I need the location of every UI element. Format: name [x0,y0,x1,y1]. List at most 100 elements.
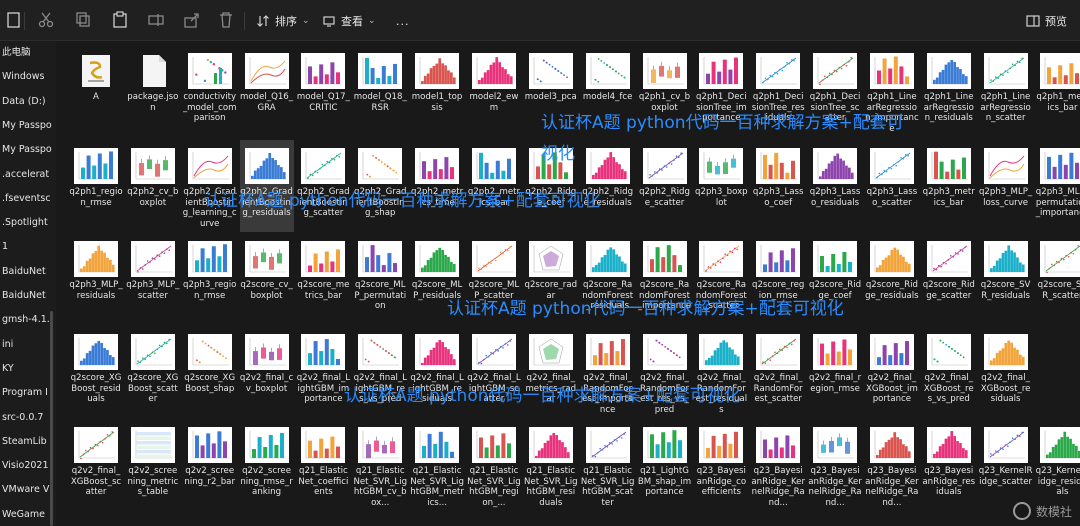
file-item[interactable]: q2ph3_region_rmse [183,233,237,325]
file-item[interactable]: q2ph3_Lasso_residuals [808,140,862,232]
more-options-button[interactable]: ... [396,11,410,31]
file-item[interactable]: q2ph3_Lasso_coef [751,140,805,232]
file-item[interactable]: q2score_radar [524,233,578,325]
file-item[interactable]: q2score_XGBoost_residuals [69,326,123,418]
file-item[interactable]: model3_pca [524,45,578,137]
sidebar-item[interactable]: ini [2,336,13,354]
file-item[interactable]: q23_KernelRidge_residuals [1035,419,1080,511]
preview-button[interactable]: 预览 [1026,11,1067,31]
file-item[interactable]: q21_ElasticNet_SVR_LightGBM_region_... [467,419,521,511]
sort-button[interactable]: 排序 ⌄ [256,11,310,31]
file-item[interactable]: q2v2_screening_metrics_table [126,419,180,511]
sidebar-item[interactable]: Program I [2,384,48,402]
file-item[interactable]: q2v2_final_LightGBM_residuals [410,326,464,418]
file-item[interactable]: q23_BayesianRidge_coefficients [694,419,748,511]
paste-icon[interactable] [110,10,130,30]
file-item[interactable]: q2ph1_region_rmse [69,140,123,232]
file-item[interactable]: q2ph1_cv_boxplot [638,45,692,137]
file-item[interactable]: q2score_XGBoost_scatter [126,326,180,418]
file-item[interactable]: q2ph2_cv_boxplot [126,140,180,232]
sidebar-item[interactable]: Windows [2,68,44,86]
file-item[interactable]: q21_ElasticNet_SVR_LightGBM_residuals [524,419,578,511]
sidebar-item[interactable]: gmsh-4.1. [2,311,50,329]
file-item[interactable]: q2ph3_MLP_loss_curve [979,140,1033,232]
sidebar-item[interactable]: Data (D:) [2,93,46,111]
file-item[interactable]: q2ph2_GradientBoosting_scatter [296,140,350,232]
cut-icon[interactable] [36,10,56,30]
file-item[interactable]: q23_BayesianRidge_KernelRidge_Rand... [808,419,862,511]
file-item[interactable]: q2score_metrics_bar [296,233,350,325]
file-item[interactable]: q2ph2_GradientBoosting_shap [353,140,407,232]
file-item[interactable]: q2ph3_MLP_scatter [126,233,180,325]
file-item[interactable]: q21_LightGBM_shap_importance [638,419,692,511]
sidebar-item[interactable]: BaiduNet [2,287,46,305]
view-button[interactable]: 查看 ⌄ [322,11,376,31]
file-item[interactable]: model1_topsis [410,45,464,137]
file-item[interactable]: q2ph3_Lasso_scatter [865,140,919,232]
file-item[interactable]: q2v2_final_LightGBM_scatter [467,326,521,418]
sidebar-item[interactable]: SteamLib [2,433,47,451]
file-item[interactable]: q2score_MLP_permutation [353,233,407,325]
sidebar-item[interactable]: 此电脑 [2,44,31,62]
file-item[interactable]: q2ph1_metrics_bar [1035,45,1080,137]
file-item[interactable]: q2v2_final_XGBoost_residuals [979,326,1033,418]
file-item[interactable]: q2v2_final_RandomForest_residuals [694,326,748,418]
file-item[interactable]: q2ph3_metrics_bar [922,140,976,232]
file-item[interactable]: q2ph2_metrics_time [410,140,464,232]
file-item[interactable]: q2score_RandomForest_importance [638,233,692,325]
copy-icon[interactable] [74,10,94,30]
file-item[interactable]: model_Q17_CRITIC [296,45,350,137]
file-item[interactable]: q2score_Ridge_scatter [922,233,976,325]
file-item[interactable]: q23_KernelRidge_scatter [979,419,1033,511]
new-icon[interactable] [4,10,24,30]
file-item[interactable]: q2score_SVR_residuals [979,233,1033,325]
file-item[interactable]: model4_fce [581,45,635,137]
file-item[interactable]: q21_ElasticNet_coefficients [296,419,350,511]
file-item[interactable]: q2v2_final_RandomForest_importance [581,326,635,418]
file-item[interactable]: q2v2_final_region_rmse [808,326,862,418]
file-item[interactable]: package.json [126,45,180,137]
sidebar-item[interactable]: .fseventsc [2,190,51,208]
file-item[interactable]: model_Q18_RSR [353,45,407,137]
file-item[interactable]: q2v2_final_LightGBM_res_vs_pred [353,326,407,418]
sidebar-item[interactable]: .accelerat [2,166,49,184]
file-item[interactable]: conductivity_model_comparison [183,45,237,137]
file-item[interactable]: q2score_Ridge_residuals [865,233,919,325]
file-item[interactable]: q2ph1_LinearRegression_residuals [922,45,976,137]
file-item[interactable]: q2v2_final_cv_boxplot [240,326,294,418]
file-item[interactable]: q2v2_final_XGBoost_res_vs_pred [922,326,976,418]
file-item[interactable]: q2v2_screening_rmse_ranking [240,419,294,511]
file-item[interactable]: q2score_XGBoost_shap [183,326,237,418]
sidebar-item[interactable]: WeGame [2,506,45,524]
file-item[interactable]: q21_ElasticNet_SVR_LightGBM_metrics... [410,419,464,511]
sidebar-item[interactable]: BaiduNet [2,263,46,281]
file-item[interactable]: q2v2_final_XGBoost_scatter [69,419,123,511]
file-item[interactable]: q2ph2_Ridge_residuals [581,140,635,232]
file-item[interactable]: q2v2_final_RandomForest_res_vs_pred [638,326,692,418]
file-item[interactable]: q23_BayesianRidge_KernelRidge_Rand... [865,419,919,511]
sidebar-scrollbar[interactable] [50,311,53,526]
file-item[interactable]: q2v2_final_metrics_radar [524,326,578,418]
sidebar-item[interactable]: My Passpo [2,117,52,135]
file-item[interactable]: q2score_Ridge_coef [808,233,862,325]
share-icon[interactable] [182,10,202,30]
file-item[interactable]: q2ph2_Ridge_coef [524,140,578,232]
sidebar-item[interactable]: 1 [2,238,8,256]
file-item[interactable]: q2ph3_MLP_residuals [69,233,123,325]
file-item[interactable]: q2ph3_MLP_permutation_importance [1035,140,1080,232]
sidebar-item[interactable]: .Spotlight [2,214,48,232]
file-item[interactable]: q2v2_screening_r2_bar [183,419,237,511]
file-item[interactable]: q23_BayesianRidge_residuals [922,419,976,511]
file-item[interactable]: q2score_SVR_scatter [1035,233,1080,325]
file-item[interactable]: q2ph1_LinearRegression_importance [865,45,919,137]
rename-icon[interactable] [146,10,166,30]
sidebar-item[interactable]: KY [2,360,14,378]
delete-icon[interactable] [216,10,236,30]
file-item[interactable]: q2score_cv_boxplot [240,233,294,325]
file-item[interactable]: q2score_region_rmse [751,233,805,325]
file-item[interactable]: q2ph2_metrics_bar [467,140,521,232]
file-item[interactable]: q2ph1_DecisionTree_residuals [751,45,805,137]
file-item[interactable]: q2ph3_boxplot [694,140,748,232]
file-item[interactable]: q2score_MLP_scatter [467,233,521,325]
file-item[interactable]: q23_BayesianRidge_KernelRidge_Rand... [751,419,805,511]
